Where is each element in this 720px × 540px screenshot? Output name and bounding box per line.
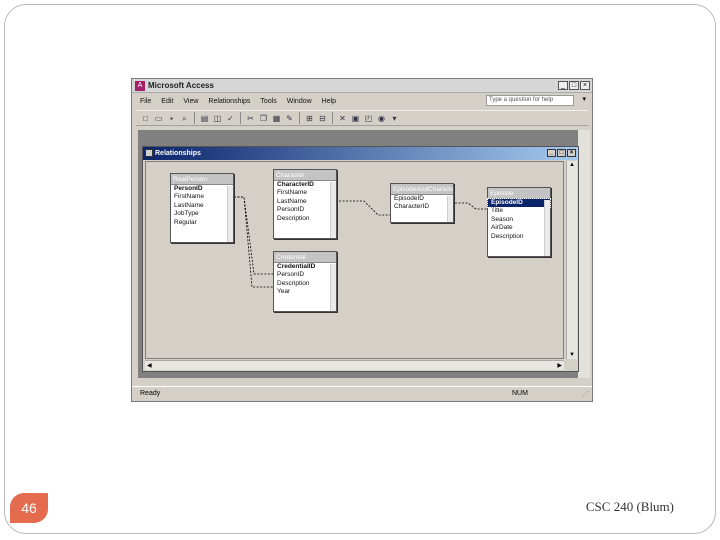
- field-personid[interactable]: PersonID: [274, 206, 336, 214]
- relationships-vertical-scrollbar[interactable]: ▲ ▼: [566, 161, 577, 359]
- relationships-window-icon: [145, 149, 153, 157]
- copy-icon[interactable]: ❐: [258, 113, 269, 124]
- cut-icon[interactable]: ✂: [245, 113, 256, 124]
- table-title[interactable]: Character: [274, 170, 336, 181]
- format-icon[interactable]: ✎: [284, 113, 295, 124]
- field-airdate[interactable]: AirDate: [488, 224, 550, 232]
- slide-footer: CSC 240 (Blum): [585, 499, 674, 514]
- field-year[interactable]: Year: [274, 288, 336, 296]
- table-scrollbar[interactable]: [447, 196, 453, 222]
- minimize-button[interactable]: _: [558, 81, 568, 90]
- menu-relationships[interactable]: Relationships: [208, 98, 250, 105]
- field-description[interactable]: Description: [274, 215, 336, 223]
- relationships-title-bar[interactable]: Relationships _ □ ×: [143, 147, 578, 160]
- table-title[interactable]: Episode: [488, 188, 550, 199]
- table-realperson[interactable]: RealPerson PersonID FirstName LastName J…: [170, 173, 234, 243]
- window-title: Microsoft Access: [148, 81, 214, 90]
- resize-grip-icon[interactable]: ⋰: [582, 390, 589, 398]
- menu-file[interactable]: File: [140, 98, 151, 105]
- child-maximize-button[interactable]: □: [557, 149, 566, 157]
- maximize-button[interactable]: □: [569, 81, 579, 90]
- paste-icon[interactable]: ▦: [271, 113, 282, 124]
- link-epchar-episode: [455, 202, 487, 210]
- relationships-window[interactable]: Relationships _ □ × RealPerson PersonID …: [142, 146, 579, 372]
- table-episodeandcharacter[interactable]: EpisodeAndCharacter EpisodeID CharacterI…: [390, 183, 454, 223]
- toolbar-options-icon[interactable]: ▾: [389, 113, 400, 124]
- open-icon[interactable]: ▭: [153, 113, 164, 124]
- field-credentialid[interactable]: CredentialID: [274, 263, 336, 271]
- field-characterid[interactable]: CharacterID: [391, 203, 453, 211]
- table-title[interactable]: RealPerson: [171, 174, 233, 185]
- field-episodeid[interactable]: EpisodeID: [391, 195, 453, 203]
- toolbar-separator: [299, 112, 300, 124]
- field-description[interactable]: Description: [274, 280, 336, 288]
- relationships-title: Relationships: [155, 150, 201, 157]
- delete-icon[interactable]: ✕: [337, 113, 348, 124]
- table-title[interactable]: EpisodeAndCharacter: [391, 184, 453, 195]
- num-lock-indicator: NUM: [512, 390, 528, 397]
- slide-number: 46: [10, 493, 48, 523]
- help-icon[interactable]: ◉: [376, 113, 387, 124]
- field-title[interactable]: Title: [488, 207, 550, 215]
- table-scrollbar[interactable]: [544, 200, 550, 256]
- scroll-right-icon[interactable]: ▶: [557, 362, 562, 369]
- field-personid[interactable]: PersonID: [274, 271, 336, 279]
- menu-view[interactable]: View: [183, 98, 198, 105]
- field-regular[interactable]: Regular: [171, 219, 233, 227]
- field-lastname[interactable]: LastName: [274, 198, 336, 206]
- table-scrollbar[interactable]: [330, 264, 336, 311]
- table-episode[interactable]: Episode EpisodeID Title Season AirDate D…: [487, 187, 551, 257]
- main-vertical-scrollbar[interactable]: [578, 130, 590, 378]
- toolbar-separator: [332, 112, 333, 124]
- field-personid[interactable]: PersonID: [171, 185, 233, 193]
- new-object-icon[interactable]: ◰: [363, 113, 374, 124]
- status-text: Ready: [140, 390, 161, 397]
- toolbar-separator: [240, 112, 241, 124]
- table-credential[interactable]: Credential CredentialID PersonID Descrip…: [273, 251, 337, 312]
- field-lastname[interactable]: LastName: [171, 202, 233, 210]
- table-title[interactable]: Credential: [274, 252, 336, 263]
- menu-help[interactable]: Help: [322, 98, 336, 105]
- link-person-character: [234, 196, 273, 275]
- print-icon[interactable]: ▤: [199, 113, 210, 124]
- table-character[interactable]: Character CharacterID FirstName LastName…: [273, 169, 337, 239]
- close-button[interactable]: ×: [580, 81, 590, 90]
- link-character-epchar: [339, 200, 390, 216]
- menu-window[interactable]: Window: [287, 98, 312, 105]
- help-dropdown-icon[interactable]: ▾: [582, 95, 586, 103]
- relationships-horizontal-scrollbar[interactable]: ◀ ▶: [145, 360, 564, 370]
- search-icon[interactable]: ⌕: [179, 113, 190, 124]
- field-episodeid[interactable]: EpisodeID: [487, 197, 551, 209]
- save-icon[interactable]: ▪: [166, 113, 177, 124]
- table-scrollbar[interactable]: [227, 186, 233, 242]
- scroll-left-icon[interactable]: ◀: [147, 362, 152, 369]
- new-icon[interactable]: □: [140, 113, 151, 124]
- show-all-icon[interactable]: ⊟: [317, 113, 328, 124]
- field-season[interactable]: Season: [488, 216, 550, 224]
- relationships-canvas[interactable]: RealPerson PersonID FirstName LastName J…: [145, 161, 564, 359]
- field-jobtype[interactable]: JobType: [171, 210, 233, 218]
- child-minimize-button[interactable]: _: [547, 149, 556, 157]
- properties-icon[interactable]: ▣: [350, 113, 361, 124]
- status-bar: Ready NUM ⋰: [132, 386, 592, 401]
- toolbar: □ ▭ ▪ ⌕ ▤ ◫ ✓ ✂ ❐ ▦ ✎ ⊞ ⊟ ✕ ▣ ◰ ◉ ▾: [136, 110, 588, 126]
- link-person-credential: [234, 196, 273, 288]
- menu-tools[interactable]: Tools: [260, 98, 276, 105]
- child-close-button[interactable]: ×: [567, 149, 576, 157]
- access-app-icon: A: [135, 80, 145, 91]
- help-question-input[interactable]: Type a question for help: [486, 95, 574, 106]
- title-bar[interactable]: A Microsoft Access _ □ ×: [132, 79, 592, 93]
- show-table-icon[interactable]: ⊞: [304, 113, 315, 124]
- toolbar-separator: [194, 112, 195, 124]
- preview-icon[interactable]: ◫: [212, 113, 223, 124]
- field-characterid[interactable]: CharacterID: [274, 181, 336, 189]
- field-description[interactable]: Description: [488, 233, 550, 241]
- spell-icon[interactable]: ✓: [225, 113, 236, 124]
- menu-edit[interactable]: Edit: [161, 98, 173, 105]
- scroll-down-icon[interactable]: ▼: [569, 352, 575, 358]
- scroll-up-icon[interactable]: ▲: [569, 162, 575, 168]
- field-firstname[interactable]: FirstName: [274, 189, 336, 197]
- field-firstname[interactable]: FirstName: [171, 193, 233, 201]
- table-scrollbar[interactable]: [330, 182, 336, 238]
